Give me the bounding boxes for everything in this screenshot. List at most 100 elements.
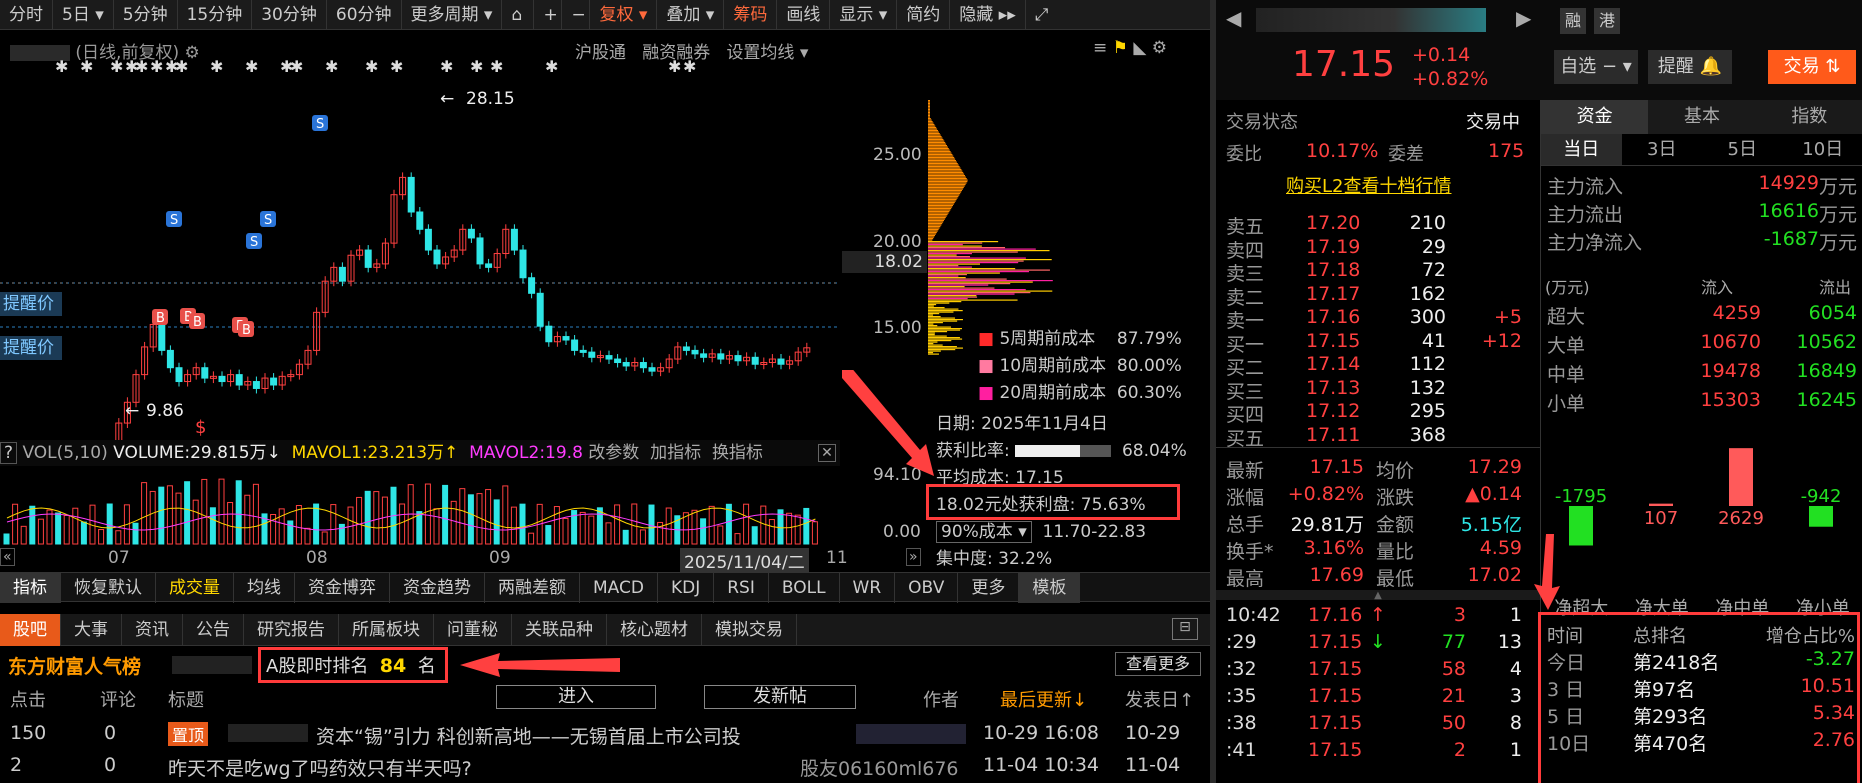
indicator-tab[interactable]: 资金趋势 <box>390 573 485 603</box>
forum-tab[interactable]: 模拟交易 <box>702 614 797 646</box>
tool-5day[interactable]: 5日 ▾ <box>53 0 114 30</box>
close-icon[interactable]: ✕ <box>818 444 836 462</box>
enter-button[interactable]: 进入 <box>496 685 656 709</box>
export-icon[interactable]: ⊟ <box>1172 618 1198 640</box>
fullscreen-icon[interactable]: ⤢ <box>1026 0 1058 30</box>
minus-icon[interactable]: − <box>562 0 590 30</box>
forum-tab[interactable]: 资讯 <box>122 614 183 646</box>
tool-simple[interactable]: 简约 <box>897 0 950 30</box>
indicator-tab[interactable]: 成交量 <box>156 573 234 603</box>
news-star-icon[interactable]: ✱ <box>135 60 148 76</box>
view-more-button[interactable]: 查看更多 <box>1115 652 1201 676</box>
forum-tab[interactable]: 所属板块 <box>339 614 434 646</box>
triangle-icon[interactable]: ◣ <box>1133 38 1146 58</box>
order-book-row[interactable]: 买一 17.15 41 +12 <box>1216 330 1540 353</box>
prev-stock-icon[interactable]: ◀ <box>1226 6 1241 30</box>
news-star-icon[interactable]: ✱ <box>365 60 378 76</box>
order-book-row[interactable]: 卖一 17.16 300 +5 <box>1216 306 1540 329</box>
forum-tab[interactable]: 关联品种 <box>512 614 607 646</box>
order-book-row[interactable]: 买二 17.14 112 <box>1216 353 1540 376</box>
new-post-button[interactable]: 发新帖 <box>704 685 856 709</box>
order-book-row[interactable]: 卖二 17.17 162 <box>1216 283 1540 306</box>
forum-tab[interactable]: 核心题材 <box>607 614 702 646</box>
tool-adjust[interactable]: 复权 ▾ <box>590 0 657 30</box>
indicator-tab[interactable]: KDJ <box>658 573 714 603</box>
news-star-icon[interactable]: ✱ <box>150 60 163 76</box>
forum-tab[interactable]: 研究报告 <box>244 614 339 646</box>
next-stock-icon[interactable]: ▶ <box>1516 6 1531 30</box>
indicator-tab[interactable]: 均线 <box>234 573 295 603</box>
btn-add-indicator[interactable]: 加指标 <box>650 443 701 463</box>
sort-posted[interactable]: 发表日↑ <box>1125 686 1194 712</box>
alert-price-tag-2[interactable]: 提醒价 <box>0 336 62 360</box>
indicator-tab[interactable]: OBV <box>895 573 958 603</box>
btn-params[interactable]: 改参数 <box>588 443 639 463</box>
news-star-icon[interactable]: ✱ <box>490 60 503 76</box>
tool-overlay[interactable]: 叠加 ▾ <box>657 0 724 30</box>
news-star-icon[interactable]: ✱ <box>175 60 188 76</box>
indicator-tab[interactable]: 两融差额 <box>485 573 580 603</box>
kline-chart[interactable]: ✱✱✱✱✱✱✱✱✱✱✱✱✱✱✱✱✱✱✱✱✱ SSSSBBBBB ← 28.15 … <box>0 60 930 440</box>
indicator-tab[interactable]: 模板 <box>1019 573 1080 603</box>
indicator-tab[interactable]: BOLL <box>769 573 840 603</box>
news-star-icon[interactable]: ✱ <box>80 60 93 76</box>
order-book-row[interactable]: 卖五 17.20 210 <box>1216 212 1540 235</box>
news-star-icon[interactable]: ✱ <box>245 60 258 76</box>
indicator-tab[interactable]: MACD <box>580 573 658 603</box>
order-book-row[interactable]: 买三 17.13 132 <box>1216 377 1540 400</box>
tool-chips[interactable]: 筹码 <box>724 0 777 30</box>
tool-intraday[interactable]: 分时 <box>0 0 53 30</box>
tab-basic[interactable]: 基本 <box>1648 100 1755 134</box>
btn-switch-indicator[interactable]: 换指标 <box>712 443 763 463</box>
post-title[interactable]: 资本“锡”引力 科创新高地——无锡首届上市公司投 <box>316 722 741 749</box>
alert-price-tag-1[interactable]: 提醒价 <box>0 292 62 316</box>
post-title[interactable]: 昨天不是吃wg了吗药效只有半天吗? <box>168 754 472 781</box>
news-star-icon[interactable]: ✱ <box>683 60 696 76</box>
indicator-tab[interactable]: WR <box>840 573 896 603</box>
forum-tab[interactable]: 公告 <box>183 614 244 646</box>
order-book-row[interactable]: 买五 17.11 368 <box>1216 424 1540 447</box>
news-star-icon[interactable]: ✱ <box>325 60 338 76</box>
news-star-icon[interactable]: ✱ <box>290 60 303 76</box>
indicator-tab[interactable]: 指标 <box>0 573 61 603</box>
tool-15min[interactable]: 15分钟 <box>178 0 253 30</box>
indicator-tab[interactable]: 恢复默认 <box>61 573 156 603</box>
text-icon[interactable]: ≡ <box>1093 38 1107 58</box>
order-book-row[interactable]: 卖四 17.19 29 <box>1216 236 1540 259</box>
remind-button[interactable]: 提醒 🔔 <box>1648 50 1732 84</box>
forum-tab[interactable]: 问董秘 <box>434 614 512 646</box>
flag-icon[interactable]: ⚑ <box>1113 38 1128 58</box>
indicator-tab[interactable]: 资金博弈 <box>295 573 390 603</box>
watchlist-button[interactable]: 自选 − ▾ <box>1554 50 1638 84</box>
tab-index[interactable]: 指数 <box>1756 100 1862 134</box>
tool-hide[interactable]: 隐藏 ▸▸ <box>950 0 1025 30</box>
indicator-tab[interactable]: RSI <box>714 573 769 603</box>
plus-icon[interactable]: + <box>534 0 562 30</box>
trade-button[interactable]: 交易 ⇅ <box>1768 50 1856 84</box>
news-star-icon[interactable]: ✱ <box>110 60 123 76</box>
news-star-icon[interactable]: ✱ <box>390 60 403 76</box>
forum-tab[interactable]: 股吧 <box>0 614 61 646</box>
indicator-tab[interactable]: 更多 <box>958 573 1019 603</box>
sort-updated[interactable]: 最后更新↓ <box>1000 686 1087 712</box>
forum-tab[interactable]: 大事 <box>61 614 122 646</box>
tool-5min[interactable]: 5分钟 <box>114 0 178 30</box>
tab-fund[interactable]: 资金 <box>1541 100 1648 134</box>
gear-icon[interactable]: ⚙ <box>1152 38 1167 58</box>
news-star-icon[interactable]: ✱ <box>545 60 558 76</box>
order-book-row[interactable]: 卖三 17.18 72 <box>1216 259 1540 282</box>
scroll-left-icon[interactable]: « <box>0 548 15 566</box>
news-star-icon[interactable]: ✱ <box>55 60 68 76</box>
news-star-icon[interactable]: ✱ <box>210 60 223 76</box>
news-star-icon[interactable]: ✱ <box>668 60 681 76</box>
tool-draw[interactable]: 画线 <box>777 0 830 30</box>
news-star-icon[interactable]: ✱ <box>440 60 453 76</box>
tool-display[interactable]: 显示 ▾ <box>830 0 897 30</box>
news-star-icon[interactable]: ✱ <box>470 60 483 76</box>
tool-30min[interactable]: 30分钟 <box>252 0 327 30</box>
tool-60min[interactable]: 60分钟 <box>327 0 402 30</box>
l2-link[interactable]: 购买L2查看十档行情 <box>1286 172 1451 198</box>
tool-more-period[interactable]: 更多周期 ▾ <box>402 0 503 30</box>
order-book-row[interactable]: 买四 17.12 295 <box>1216 400 1540 423</box>
lock-icon[interactable]: ⌂ <box>502 0 534 30</box>
